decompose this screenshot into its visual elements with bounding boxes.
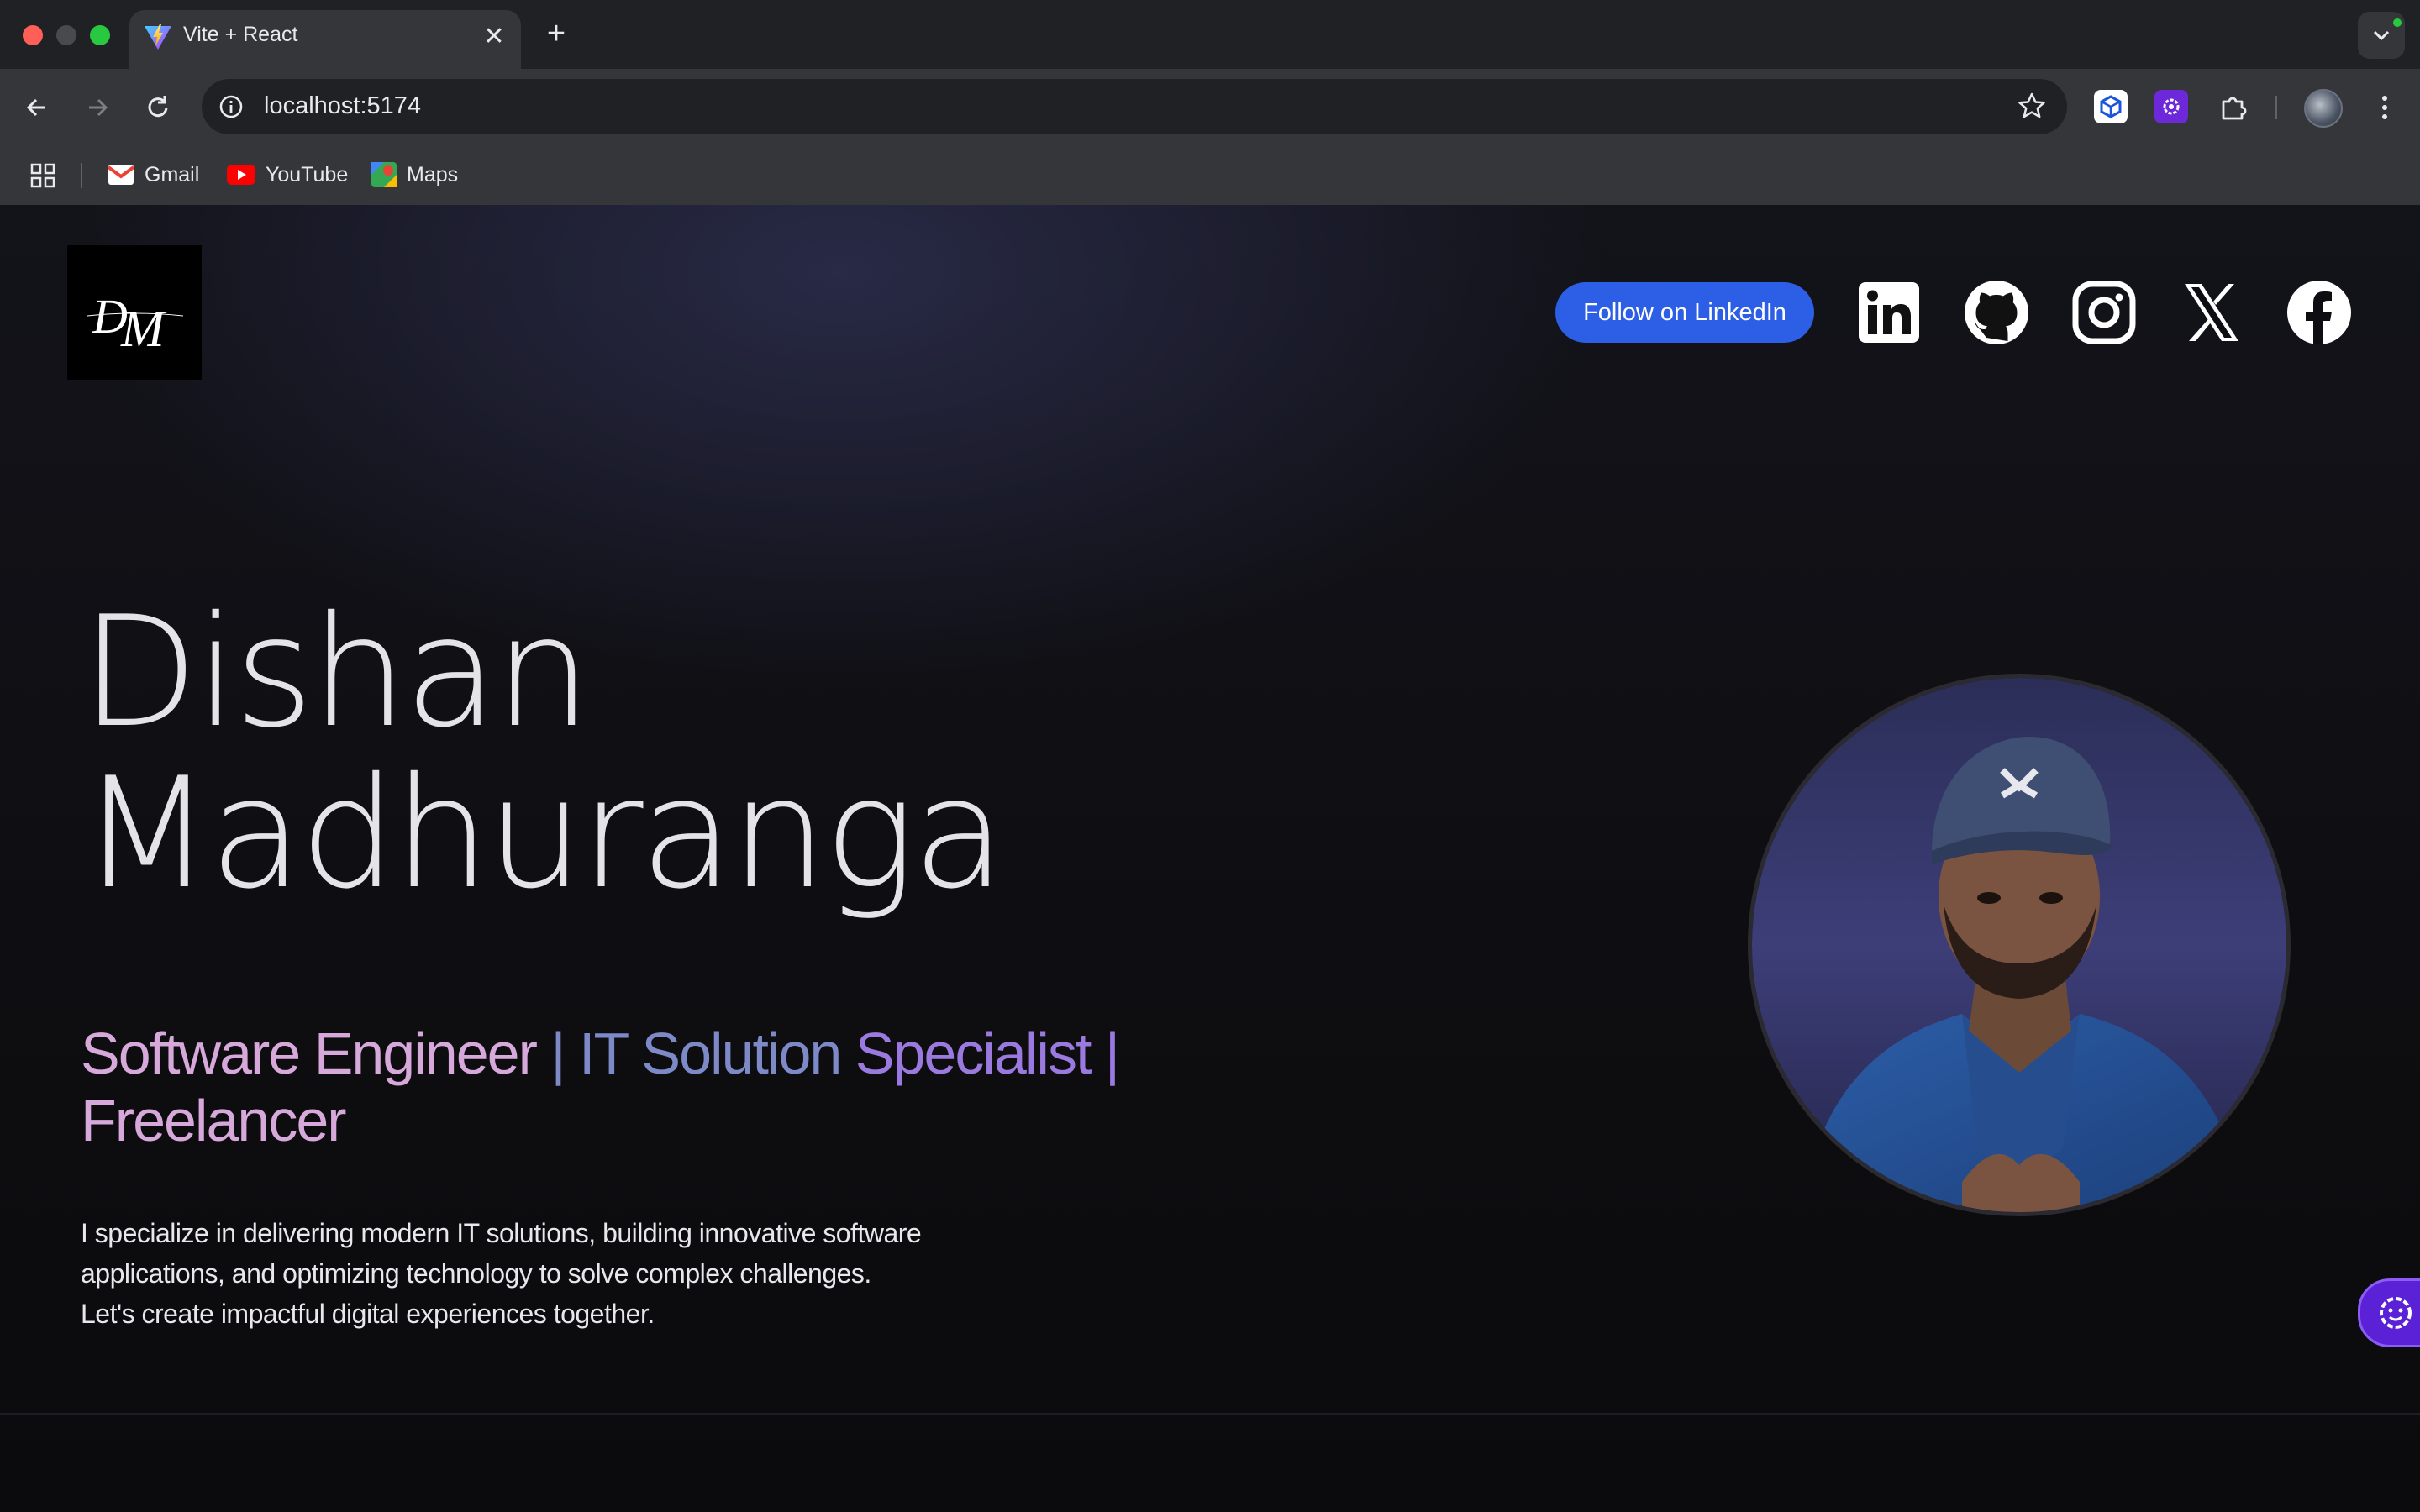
tagline-role: Software Engineer (81, 1021, 538, 1086)
gmail-icon (108, 165, 134, 185)
arrow-left-icon (26, 98, 45, 117)
youtube-icon (227, 165, 255, 185)
browser-tab[interactable]: Vite + React ✕ (129, 10, 521, 69)
new-tab-button[interactable]: + (538, 15, 575, 52)
hero-name: Dishan Madhuranga (81, 583, 1006, 922)
arrow-right-icon (89, 98, 108, 117)
toolbar-separator (2275, 96, 2277, 119)
svg-text:M: M (120, 301, 167, 358)
instagram-icon[interactable] (2070, 279, 2138, 346)
close-window-button[interactable] (23, 25, 43, 45)
intro-line: I specialize in delivering modern IT sol… (81, 1218, 922, 1248)
cube-icon (2100, 95, 2122, 118)
reload-icon (148, 96, 168, 118)
extension-gear-icon[interactable] (2154, 90, 2188, 123)
maps-icon (371, 162, 397, 187)
apps-grid-icon[interactable] (29, 161, 57, 190)
section-divider (0, 1413, 2420, 1415)
site-info-icon[interactable] (213, 89, 249, 124)
tab-search-button[interactable] (2358, 12, 2405, 59)
page-content: D M Follow on LinkedIn Dishan Madhuranga… (0, 205, 2420, 1512)
bookmark-separator (81, 163, 82, 188)
bookmark-label: Maps (407, 162, 459, 186)
intro-line: Let's create impactful digital experienc… (81, 1299, 655, 1329)
tab-title: Vite + React (183, 23, 298, 46)
bookmark-gmail[interactable]: Gmail (108, 160, 199, 190)
back-button[interactable] (17, 87, 57, 128)
bookmarks-bar: Gmail YouTube Maps (0, 144, 2420, 206)
reload-button[interactable] (138, 87, 178, 128)
recording-dot (2393, 18, 2402, 27)
extension-icon[interactable] (2094, 90, 2128, 123)
person-portrait (1752, 678, 2286, 1212)
minimize-window-button[interactable] (56, 25, 76, 45)
intro-line: applications, and optimizing technology … (81, 1258, 871, 1289)
github-icon[interactable] (1963, 279, 2030, 346)
settings-icon (2163, 98, 2180, 115)
site-logo[interactable]: D M (67, 245, 202, 380)
profile-avatar[interactable] (2304, 89, 2343, 128)
tagline-specialist: Specialist | (840, 1021, 1120, 1086)
hero-first-name: Dishan (81, 583, 592, 761)
hero-last-name: Madhuranga (81, 744, 1006, 922)
facebook-icon[interactable] (2286, 279, 2353, 346)
tagline-it-solution: IT Solution (579, 1021, 842, 1086)
bookmark-youtube[interactable]: YouTube (227, 160, 348, 190)
accessibility-widget-button[interactable] (2358, 1278, 2420, 1347)
vite-icon (145, 24, 171, 50)
profile-photo (1748, 674, 2291, 1216)
gear-icon (2380, 1297, 2412, 1329)
forward-button[interactable] (77, 87, 118, 128)
bookmark-label: YouTube (266, 162, 349, 186)
maximize-window-button[interactable] (90, 25, 110, 45)
browser-tabstrip: Vite + React ✕ + (0, 0, 2420, 69)
hero-tagline: Software Engineer | IT Solution Speciali… (81, 1020, 1173, 1154)
bookmark-maps[interactable]: Maps (371, 160, 458, 190)
url-text[interactable]: localhost:5174 (264, 92, 421, 120)
puzzle-icon (2222, 97, 2247, 120)
close-tab-icon[interactable]: ✕ (476, 18, 513, 55)
tagline-freelancer: Freelancer (81, 1088, 347, 1153)
linkedin-icon[interactable] (1855, 279, 1923, 346)
more-menu-icon[interactable] (2368, 91, 2402, 124)
follow-linkedin-button[interactable]: Follow on LinkedIn (1555, 282, 1814, 343)
star-icon[interactable] (2015, 90, 2049, 123)
browser-toolbar: localhost:5174 (0, 69, 2420, 144)
hero-intro: I specialize in delivering modern IT sol… (81, 1213, 1005, 1334)
extensions-button[interactable] (2217, 90, 2250, 123)
address-bar[interactable]: localhost:5174 (202, 79, 2067, 134)
dm-monogram-logo: D M (87, 289, 184, 358)
bookmark-label: Gmail (145, 162, 200, 186)
x-icon[interactable] (2178, 279, 2245, 346)
tagline-separator: | (535, 1021, 579, 1086)
